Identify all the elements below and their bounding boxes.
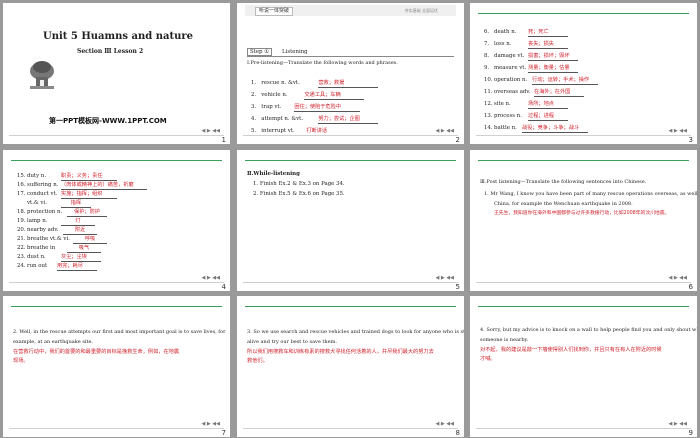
- tree-house-logo: [30, 61, 54, 89]
- sentence-line: 1. Mr Wang, I know you have been part of…: [484, 191, 697, 197]
- step-heading: Step ① Listening: [247, 48, 308, 56]
- task-item: 2. Finish Ex.5 & Ex.6 on Page 35.: [253, 191, 345, 197]
- sentence-line: 4. Sorry, but my advice is to knock on a…: [480, 327, 697, 333]
- slide-number: 3: [688, 136, 693, 144]
- step-divider: [247, 56, 454, 57]
- slide-number: 2: [455, 136, 460, 144]
- nav-controls[interactable]: ◀ ▶ ◀◀: [435, 275, 454, 281]
- step-label: Step ①: [247, 48, 273, 56]
- top-green-line: [478, 13, 689, 14]
- footer-line: [476, 282, 691, 283]
- nav-controls[interactable]: ◀ ▶ ◀◀: [435, 421, 454, 427]
- footer-line: [243, 135, 458, 136]
- top-green-line: [245, 160, 456, 161]
- slide-5[interactable]: Ⅱ.While-listening 1. Finish Ex.2 & Ex.3 …: [237, 150, 464, 291]
- footer-line: [9, 428, 224, 429]
- slide-9[interactable]: 4. Sorry, but my advice is to knock on a…: [470, 296, 697, 437]
- slide-number: 8: [455, 429, 460, 437]
- top-green-line: [245, 306, 456, 307]
- vocab-item: 5. interrupt vt. 打断讲话: [251, 117, 458, 136]
- sentence-line: someone is nearby.: [480, 337, 529, 343]
- nav-controls[interactable]: ◀ ▶ ◀◀: [668, 275, 687, 281]
- slide-section: Section Ⅲ Lesson 2: [77, 48, 144, 55]
- nav-controls[interactable]: ◀ ▶ ◀◀: [668, 421, 687, 427]
- slide-7[interactable]: 2. Well, in the rescue attempts our firs…: [3, 296, 230, 437]
- step-title: Listening: [282, 49, 308, 55]
- footer-line: [243, 282, 458, 283]
- header-box: 听说一体突破: [255, 7, 294, 16]
- nav-controls[interactable]: ◀ ▶ ◀◀: [201, 421, 220, 427]
- sentence-line: alive and try our best to save them.: [247, 339, 337, 345]
- slide-title: Unit 5 Huamns and nature: [43, 31, 193, 42]
- translation-line: 才喊。: [480, 356, 496, 362]
- footer-line: [476, 428, 691, 429]
- nav-controls[interactable]: ◀ ▶ ◀◀: [201, 128, 220, 134]
- slide-1[interactable]: Unit 5 Huamns and nature Section Ⅲ Lesso…: [3, 3, 230, 144]
- slide-8[interactable]: 3. So we use search and rescue vehicles …: [237, 296, 464, 437]
- slide-4[interactable]: 15.duty n. 职责；义务；责任 16.suffering n. （肉体或精神…: [3, 150, 230, 291]
- slide-number: 1: [221, 136, 226, 144]
- translation-line: 救他们。: [247, 358, 268, 364]
- top-green-line: [11, 306, 222, 307]
- top-green-line: [478, 306, 689, 307]
- slide-6[interactable]: Ⅲ.Post listening—Translate the following…: [470, 150, 697, 291]
- slide-3[interactable]: 6. death n. 死；死亡 7. loss n. 丧失；损失 8. damage v…: [470, 3, 697, 144]
- footer-line: [9, 135, 224, 136]
- slide-number: 6: [688, 283, 693, 291]
- footer-line: [243, 428, 458, 429]
- footer-line: [476, 135, 691, 136]
- translation-line: 现场。: [13, 358, 29, 364]
- translation-line: 在营救行动中，我们的首要的和最重要的目标是挽救生命，例如，在地震: [13, 349, 180, 355]
- sentence-line: 3. So we use search and rescue vehicles …: [247, 329, 464, 335]
- sentence-line: 2. Well, in the rescue attempts our firs…: [13, 329, 226, 335]
- nav-controls[interactable]: ◀ ▶ ◀◀: [435, 128, 454, 134]
- section-heading: Ⅲ.Post listening—Translate the following…: [480, 179, 647, 185]
- vocab-item: 24.run out 用完；耗尽: [17, 252, 224, 271]
- footer-line: [9, 282, 224, 283]
- slide-number: 7: [221, 429, 226, 437]
- translation: 王先生，我知道你在海外和中国都参与过许多救援行动，比如2008年的汶川地震。: [494, 211, 670, 216]
- slide-number: 4: [221, 283, 226, 291]
- top-green-line: [478, 160, 689, 161]
- top-green-line: [11, 160, 222, 161]
- nav-controls[interactable]: ◀ ▶ ◀◀: [668, 128, 687, 134]
- translation-line: 对不起，我的建议是敲一下墙使得别人们找到你，并且只有在有人在附近的时候: [480, 347, 662, 353]
- slide-number: 5: [455, 283, 460, 291]
- logo-caption: ATIVA: [32, 56, 41, 60]
- section-heading: Ⅰ.Pre-listening—Translate the following …: [247, 60, 398, 66]
- vocab-item: 14.battle n. 战役；竞争；斗争；战斗: [484, 114, 691, 133]
- slide-number: 9: [688, 429, 693, 437]
- site-watermark: 第一PPT模板网-WWW.1PPT.COM: [49, 117, 167, 125]
- section-heading: Ⅱ.While-listening: [247, 171, 300, 177]
- sentence-line: China, for example the Wenchuan earthqua…: [494, 201, 633, 207]
- header-right: 夯实基础 全面培优: [404, 8, 438, 13]
- nav-controls[interactable]: ◀ ▶ ◀◀: [201, 275, 220, 281]
- translation-line: 所以我们用搜救车和训练有素的搜救犬寻找任何活着的人，并尽我们最大的努力去: [247, 349, 434, 355]
- task-item: 1. Finish Ex.2 & Ex.3 on Page 34.: [253, 181, 345, 187]
- sentence-line: example, at an earthquake site.: [13, 339, 94, 345]
- slide-2[interactable]: 听说一体突破 夯实基础 全面培优 Step ① Listening Ⅰ.Pre-l…: [237, 3, 464, 144]
